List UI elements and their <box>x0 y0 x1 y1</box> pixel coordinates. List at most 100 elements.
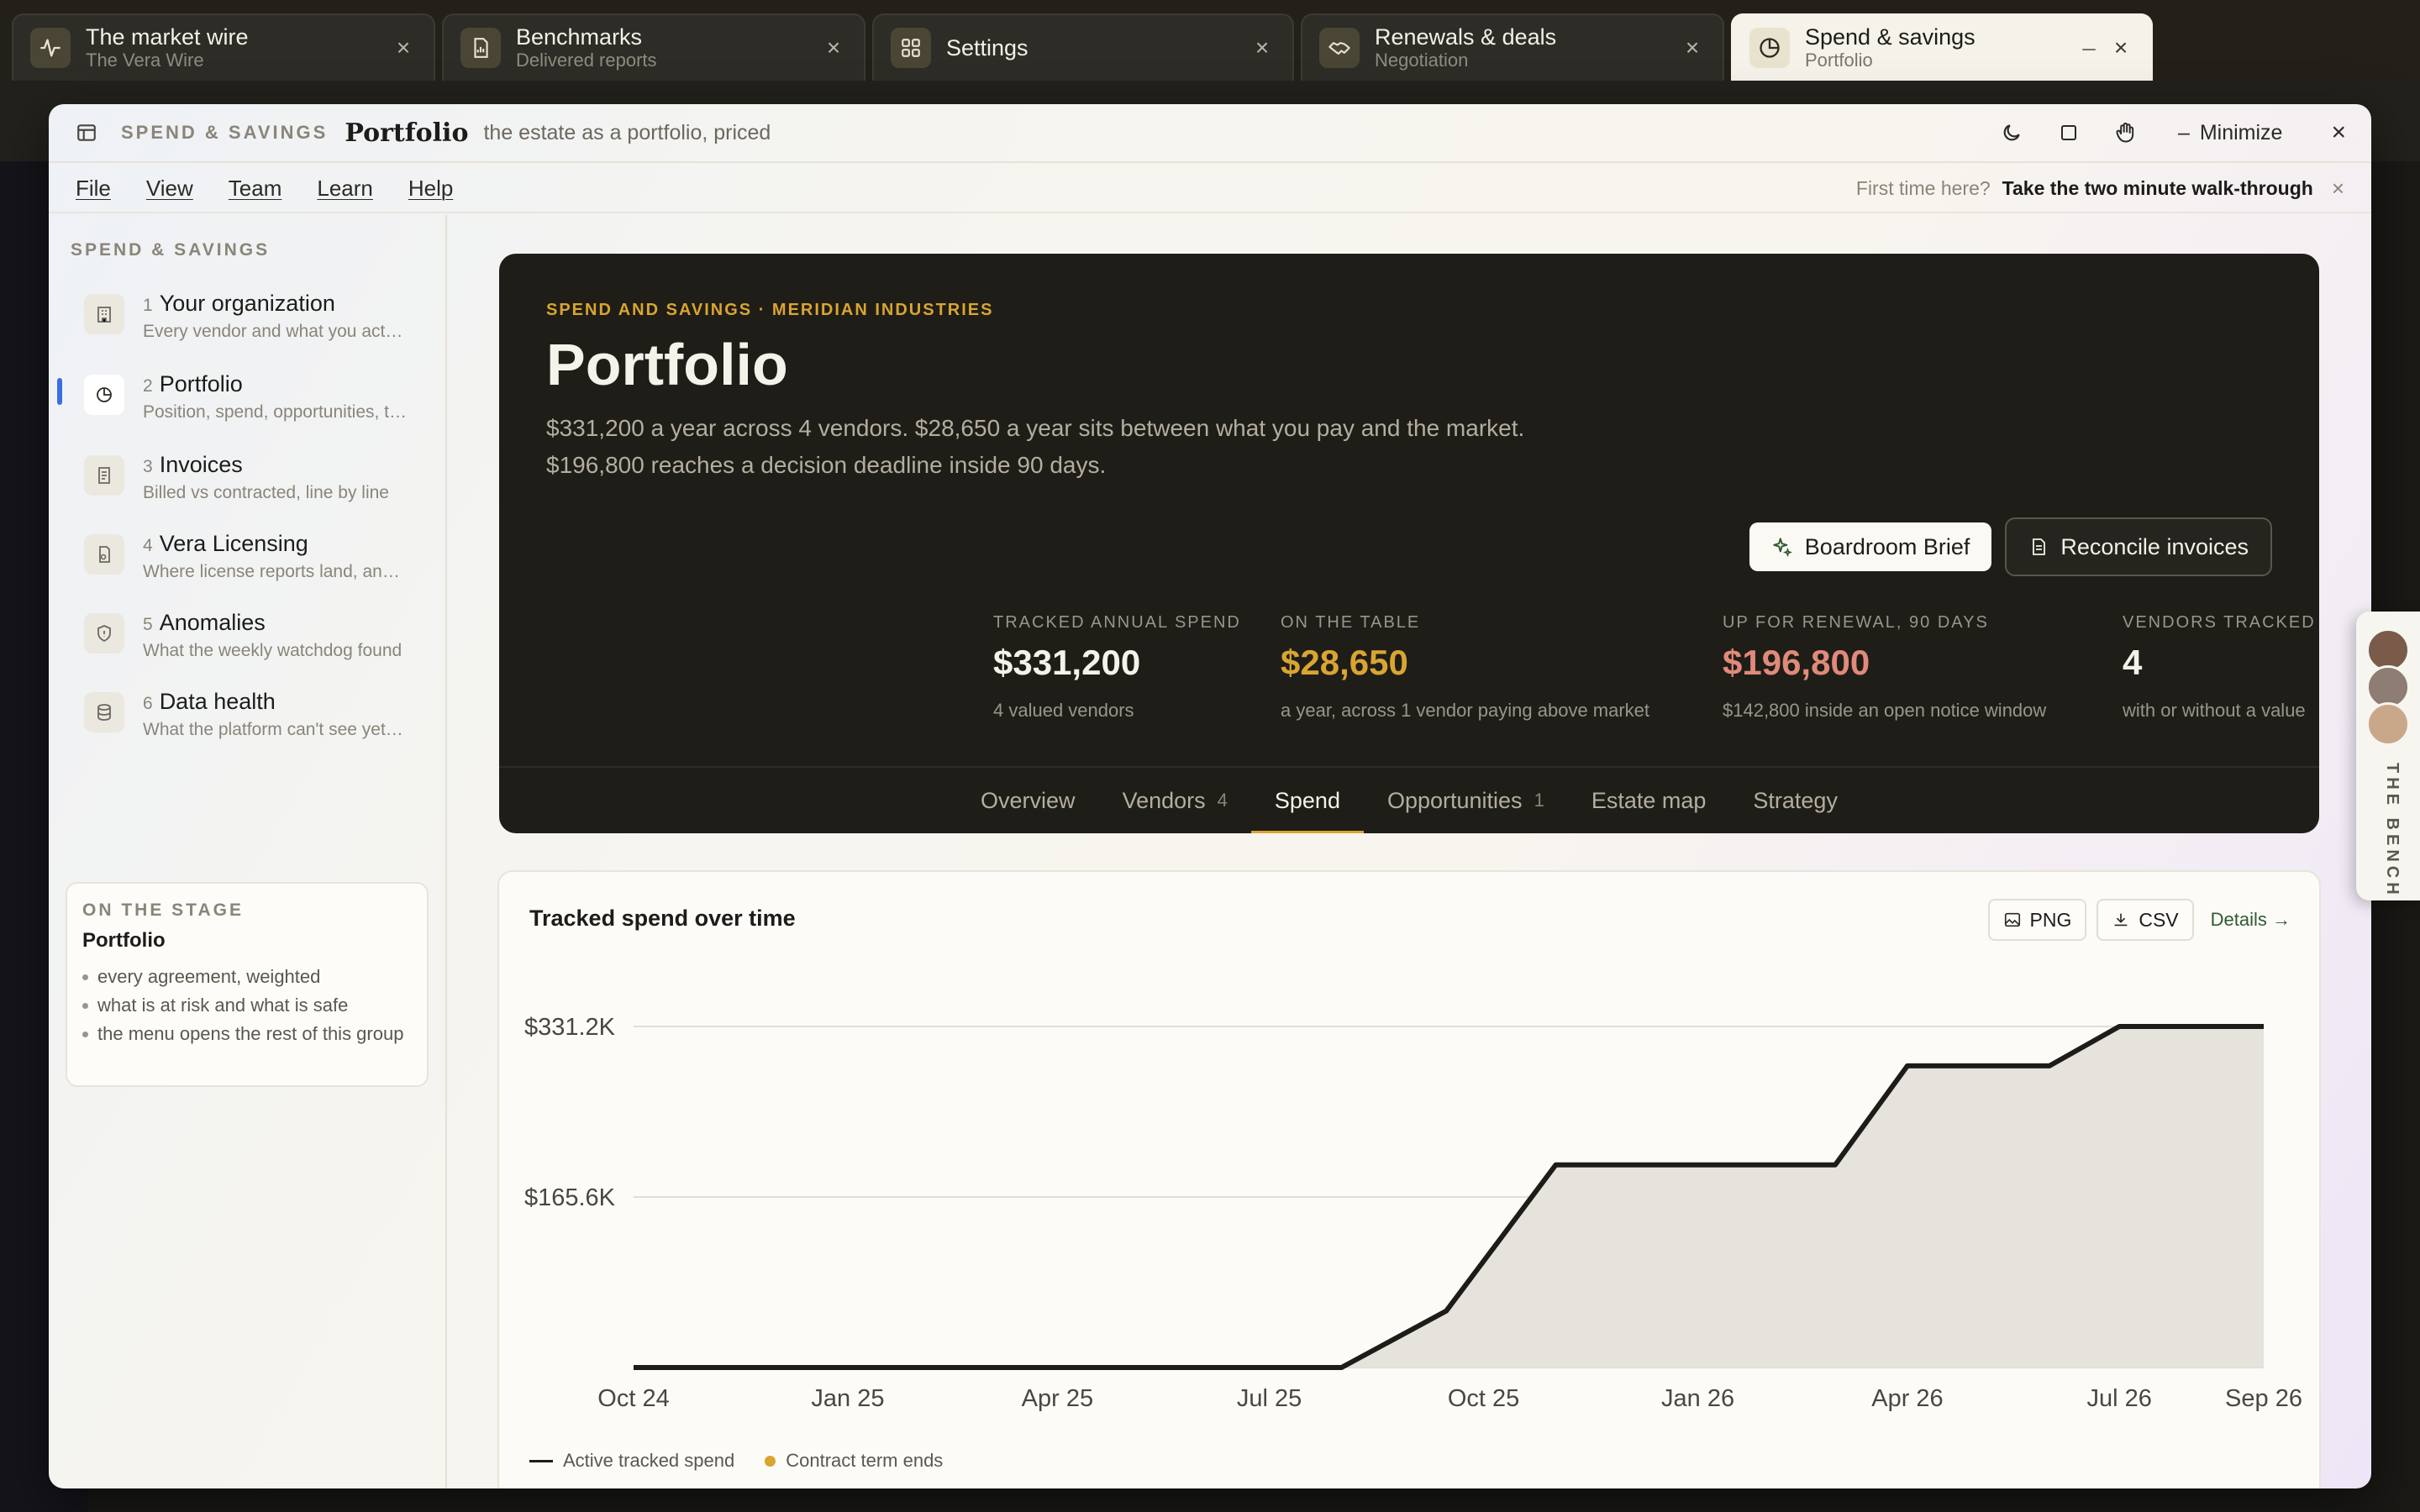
close-icon[interactable]: × <box>2107 35 2134 60</box>
hero-summary: $331,200 a year across 4 vendors. $28,65… <box>546 415 1525 478</box>
y-tick-label: $331.2K <box>524 1014 616 1041</box>
sidebar-item-licensing[interactable]: 4 Vera Licensing Where license reports la… <box>66 522 432 593</box>
tab-spend[interactable]: Spend <box>1250 767 1365 833</box>
portfolio-hero: SPEND AND SAVINGS · MERIDIAN INDUSTRIES … <box>499 254 2319 833</box>
sidebar-item-invoices[interactable]: 3 Invoices Billed vs contracted, line by … <box>66 444 432 514</box>
sidebar-item-number: 6 <box>143 694 153 713</box>
close-icon[interactable]: × <box>1249 35 1276 60</box>
window-title: Portfolio <box>345 118 469 148</box>
tab-subtitle: Negotiation <box>1375 50 1469 71</box>
stat-sub: a year, across 1 vendor paying above mar… <box>1281 700 1650 721</box>
boardroom-brief-button[interactable]: Boardroom Brief <box>1749 522 1992 571</box>
tab-title: Spend & savings <box>1805 24 1975 50</box>
x-tick-label: Sep 26 <box>2225 1385 2302 1412</box>
minimize-button[interactable]: – Minimize <box>2178 121 2283 145</box>
legend-dot-swatch <box>765 1455 776 1467</box>
x-tick-label: Jul 25 <box>1237 1385 1302 1412</box>
sidebar-item-title: Data health <box>159 689 276 714</box>
close-icon[interactable]: × <box>390 35 417 60</box>
x-tick-label: Apr 25 <box>1022 1385 1093 1412</box>
stage-kicker: ON THE STAGE <box>82 900 244 920</box>
tab-overview[interactable]: Overview <box>957 767 1099 833</box>
menu-view[interactable]: View <box>146 176 193 202</box>
chart-legend: Active tracked spend Contract term ends <box>529 1450 943 1472</box>
avatar[interactable] <box>2366 702 2410 746</box>
tab-vendors[interactable]: Vendors 4 <box>1099 767 1251 833</box>
stat-renewal: UP FOR RENEWAL, 90 DAYS $196,800 $142,80… <box>1723 613 2046 722</box>
sidebar-item-anomalies[interactable]: 5 Anomalies What the weekly watchdog foun… <box>66 601 432 672</box>
sidebar-item-portfolio[interactable]: 2 Portfolio Position, spend, opportunitie… <box>57 363 432 433</box>
menu-team[interactable]: Team <box>229 176 282 202</box>
spend-chart-card: $331.2K $165.6K Oct 24 Jan 25 Apr 25 Jul 25 Oc… <box>497 870 2321 1488</box>
dismiss-walkthrough-icon[interactable]: × <box>2332 176 2344 202</box>
tab-title: The market wire <box>86 24 249 50</box>
page-title: Portfolio <box>546 332 788 397</box>
x-tick-label: Jan 25 <box>811 1385 884 1412</box>
menu-learn[interactable]: Learn <box>317 176 373 202</box>
legend-line-label: Active tracked spend <box>563 1450 735 1471</box>
tab-estate-map[interactable]: Estate map <box>1568 767 1730 833</box>
sidebar-item-desc: What the weekly watchdog found <box>143 641 402 660</box>
tab-subtitle: Delivered reports <box>516 50 657 71</box>
export-csv-button[interactable]: CSV <box>2096 899 2194 941</box>
minimize-label: Minimize <box>2199 120 2283 144</box>
tab-settings[interactable]: Settings × <box>872 13 1294 81</box>
x-tick-label: Apr 26 <box>1871 1385 1943 1412</box>
tab-label: Spend <box>1274 787 1340 813</box>
tab-spend-savings[interactable]: Spend & savings Portfolio – × <box>1731 13 2153 81</box>
walkthrough-link[interactable]: Take the two minute walk-through <box>2002 177 2313 200</box>
building-icon <box>84 294 124 334</box>
menu-bar: File View Team Learn Help First time her… <box>49 165 2371 213</box>
pulse-icon <box>30 28 71 68</box>
app-window: SPEND & SAVINGS Portfolio the estate as … <box>49 104 2371 1488</box>
menu-help[interactable]: Help <box>408 176 453 202</box>
x-tick-label: Jul 26 <box>2086 1385 2151 1412</box>
maximize-icon[interactable] <box>2052 116 2086 150</box>
document-chart-icon <box>460 28 501 68</box>
tab-label: Strategy <box>1753 787 1838 813</box>
grid-icon <box>891 28 931 68</box>
receipt-icon <box>84 455 124 496</box>
chart-actions: PNG CSV Details → <box>1987 899 2291 941</box>
tab-subtitle: The Vera Wire <box>86 50 204 71</box>
close-icon[interactable]: × <box>1679 35 1706 60</box>
close-window-icon[interactable]: × <box>2331 118 2346 147</box>
moon-icon[interactable] <box>1995 116 2028 150</box>
sidebar: SPEND & SAVINGS 1 Your organization Every… <box>49 215 447 1488</box>
details-link[interactable]: Details → <box>2211 909 2291 931</box>
legend-dot-label: Contract term ends <box>786 1450 944 1471</box>
stage-list: every agreement, weighted what is at ris… <box>82 964 412 1047</box>
sidebar-item-data-health[interactable]: 6 Data health What the platform can't see… <box>66 680 432 751</box>
reconcile-invoices-button[interactable]: Reconcile invoices <box>2005 517 2272 576</box>
x-tick-label: Jan 26 <box>1661 1385 1734 1412</box>
tab-title: Settings <box>946 35 1028 60</box>
tab-count: 1 <box>1534 790 1544 811</box>
stage-bullet: what is at risk and what is safe <box>82 993 412 1018</box>
minimize-icon[interactable]: – <box>2075 34 2102 61</box>
menu-file[interactable]: File <box>76 176 111 202</box>
sidebar-item-title: Invoices <box>159 452 243 477</box>
stat-value: $196,800 <box>1723 643 1870 682</box>
the-bench-panel[interactable]: THE BENCH <box>2356 612 2420 900</box>
tab-benchmarks[interactable]: Benchmarks Delivered reports × <box>442 13 865 81</box>
handshake-icon <box>1319 28 1360 68</box>
close-icon[interactable]: × <box>820 35 847 60</box>
browser-tab-strip: The market wire The Vera Wire × Benchmar… <box>0 0 2420 81</box>
pie-chart-icon <box>1749 28 1790 68</box>
stat-sub: $142,800 inside an open notice window <box>1723 700 2047 721</box>
export-png-button[interactable]: PNG <box>1987 899 2087 941</box>
sidebar-heading: SPEND & SAVINGS <box>71 240 271 260</box>
hand-icon[interactable] <box>2109 116 2143 150</box>
tab-market-wire[interactable]: The market wire The Vera Wire × <box>12 13 435 81</box>
sidebar-toggle-icon[interactable] <box>74 120 99 145</box>
walkthrough-hint: First time here? <box>1855 176 1991 199</box>
stage-bullet: the menu opens the rest of this group <box>82 1021 412 1047</box>
tab-opportunities[interactable]: Opportunities 1 <box>1364 767 1568 833</box>
tab-count: 4 <box>1217 790 1228 811</box>
tab-renewals[interactable]: Renewals & deals Negotiation × <box>1301 13 1724 81</box>
tab-strategy[interactable]: Strategy <box>1729 767 1861 833</box>
sidebar-item-organization[interactable]: 1 Your organization Every vendor and what… <box>66 282 432 353</box>
sidebar-item-title: Your organization <box>159 291 335 316</box>
stat-value: $28,650 <box>1281 643 1408 682</box>
license-icon <box>84 534 124 575</box>
